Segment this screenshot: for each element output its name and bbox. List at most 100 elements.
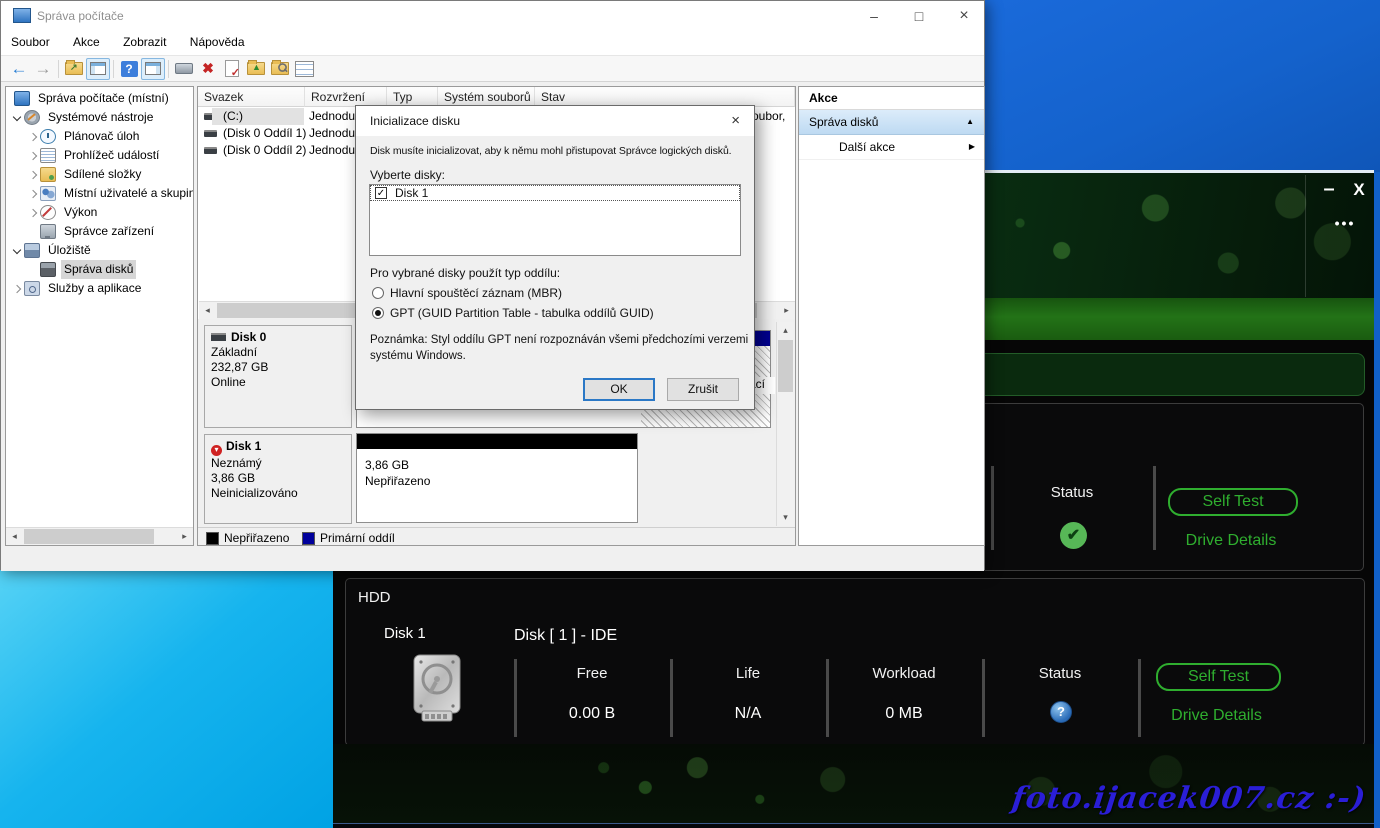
graphical-vertical-scrollbar[interactable]: ▴ ▾ [776,322,794,526]
desktop-wallpaper-blue [985,0,1380,172]
check-document-icon[interactable]: ✓ [220,58,244,80]
disk1-info[interactable]: ▾Disk 1 Neznámý 3,86 GB Neinicializováno [204,434,352,524]
scrollbar-thumb[interactable] [24,529,154,544]
status-unknown-icon[interactable]: ? [1050,701,1072,723]
disk1-unallocated-bar[interactable]: 3,86 GB Nepřiřazeno [356,433,638,523]
column-svazek[interactable]: Svazek [198,87,305,107]
legend-primary-swatch [302,532,315,545]
card-divider [1138,659,1141,737]
actions-group-disk-management[interactable]: Správa disků ▲ [799,110,984,135]
scroll-right-icon[interactable]: ▸ [778,302,795,319]
tree-item-storage[interactable]: Úložiště [6,241,193,260]
scrollbar-thumb[interactable] [778,340,793,392]
drive-card-hdd: HDD Disk 1 Disk [ 1 ] - IDE [345,578,1365,746]
stav-fragment: oubor, [752,108,785,125]
disk-management-icon [40,262,56,277]
window-bottom-edge [333,823,1374,828]
tree-item-system-tools[interactable]: Systémové nástroje [6,108,193,127]
self-test-button[interactable]: Self Test [1156,663,1281,691]
chevron-right-icon[interactable] [28,208,38,218]
computer-icon [14,91,30,106]
folder-search-icon[interactable] [268,58,292,80]
tree-item-shared-folders[interactable]: Sdílené složky [6,165,193,184]
toolbar-separator [113,60,114,78]
scroll-right-icon[interactable]: ▸ [176,528,193,545]
scroll-left-icon[interactable]: ◂ [6,528,23,545]
tree-item-device-manager[interactable]: Správce zařízení [6,222,193,241]
tree-item-local-users[interactable]: Místní uživatelé a skupin [6,184,193,203]
ok-button[interactable]: OK [583,378,655,401]
chevron-right-icon[interactable] [28,151,38,161]
stat-label: Workload [829,665,979,682]
chevron-right-icon[interactable] [12,284,22,294]
tree-item-disk-management[interactable]: Správa disků [6,260,193,279]
dialog-close-icon[interactable]: × [731,112,740,129]
show-console-tree-icon[interactable] [86,58,110,80]
forward-icon[interactable]: → [31,58,55,80]
maximize-button[interactable]: □ [898,2,940,30]
close-button[interactable]: × [943,2,985,30]
chevron-down-icon[interactable] [12,113,22,123]
cancel-button[interactable]: Zrušit [667,378,739,401]
scroll-down-icon[interactable]: ▾ [777,509,794,526]
shared-folder-icon [40,167,56,182]
radio-off-icon[interactable] [372,287,384,299]
scroll-up-icon[interactable]: ▴ [777,322,794,339]
tree-item-task-scheduler[interactable]: Plánovač úloh [6,127,193,146]
disk-checkbox-checked[interactable]: ✓ [375,187,387,199]
column-stav[interactable]: Stav [535,87,795,107]
actions-more-actions[interactable]: Další akce ▶ [799,135,984,160]
app-minimize-button[interactable]: – [1317,178,1341,201]
disk0-info[interactable]: Disk 0 Základní 232,87 GB Online [204,325,352,428]
dialog-title-bar[interactable]: Inicializace disku × [356,106,754,136]
delete-icon[interactable]: ✖ [196,58,220,80]
radio-mbr[interactable]: Hlavní spouštěcí záznam (MBR) [372,286,562,300]
dialog-title: Inicializace disku [370,114,460,128]
hdd-drive-icon[interactable] [408,653,466,723]
menu-bar: Soubor Akce Zobrazit Nápověda [1,31,984,55]
tree-item-services-apps[interactable]: Služby a aplikace [6,279,193,298]
minimize-button[interactable]: – [853,2,895,30]
title-bar[interactable]: Správa počítače – □ × [1,1,984,31]
column-system-souboru[interactable]: Systém souborů [438,87,535,107]
tree-item-event-viewer[interactable]: Prohlížeč událostí [6,146,193,165]
header-divider [1305,175,1306,297]
menu-zobrazit[interactable]: Zobrazit [113,31,176,53]
menu-akce[interactable]: Akce [63,31,110,53]
properties-icon[interactable] [292,58,316,80]
menu-soubor[interactable]: Soubor [1,31,60,53]
refresh-device-icon[interactable] [172,58,196,80]
drive-details-link[interactable]: Drive Details [1168,532,1294,550]
card-divider [1153,466,1156,550]
column-typ[interactable]: Typ [387,87,438,107]
collapse-arrow-icon[interactable]: ▲ [966,110,974,134]
tree-horizontal-scrollbar[interactable]: ◂ ▸ [6,527,193,545]
column-rozvrzeni[interactable]: Rozvržení [305,87,387,107]
folder-up-icon[interactable]: ▲ [244,58,268,80]
tree-item-performance[interactable]: Výkon [6,203,193,222]
disk-list-item[interactable]: ✓ Disk 1 [370,185,740,201]
chevron-right-icon[interactable] [28,170,38,180]
chevron-right-icon[interactable] [28,132,38,142]
chevron-right-icon[interactable] [28,189,38,199]
back-icon[interactable]: ← [7,58,31,80]
app-menu-dots-icon[interactable]: ••• [1325,215,1365,231]
toolbar: ← → ↗ ? ✖ ✓ ▲ [1,55,984,82]
disk-listbox[interactable]: ✓ Disk 1 [369,184,741,256]
help-icon[interactable]: ? [117,58,141,80]
up-folder-icon[interactable]: ↗ [62,58,86,80]
disk-icon [211,333,226,341]
radio-gpt[interactable]: GPT (GUID Partition Table - tabulka oddí… [372,306,654,320]
self-test-button[interactable]: Self Test [1168,488,1298,516]
show-action-pane-icon[interactable] [141,58,165,80]
app-close-button[interactable]: X [1347,180,1371,200]
chevron-down-icon[interactable] [12,246,22,256]
drive-details-link[interactable]: Drive Details [1156,707,1277,725]
menu-napoveda[interactable]: Nápověda [180,31,255,53]
tree-item-computer-management[interactable]: Správa počítače (místní) [6,89,193,108]
device-manager-icon [40,224,56,239]
chevron-placeholder [28,227,38,237]
radio-on-icon[interactable] [372,307,384,319]
scroll-left-icon[interactable]: ◂ [199,302,216,319]
initialize-disk-dialog: Inicializace disku × Disk musíte inicial… [355,105,755,410]
